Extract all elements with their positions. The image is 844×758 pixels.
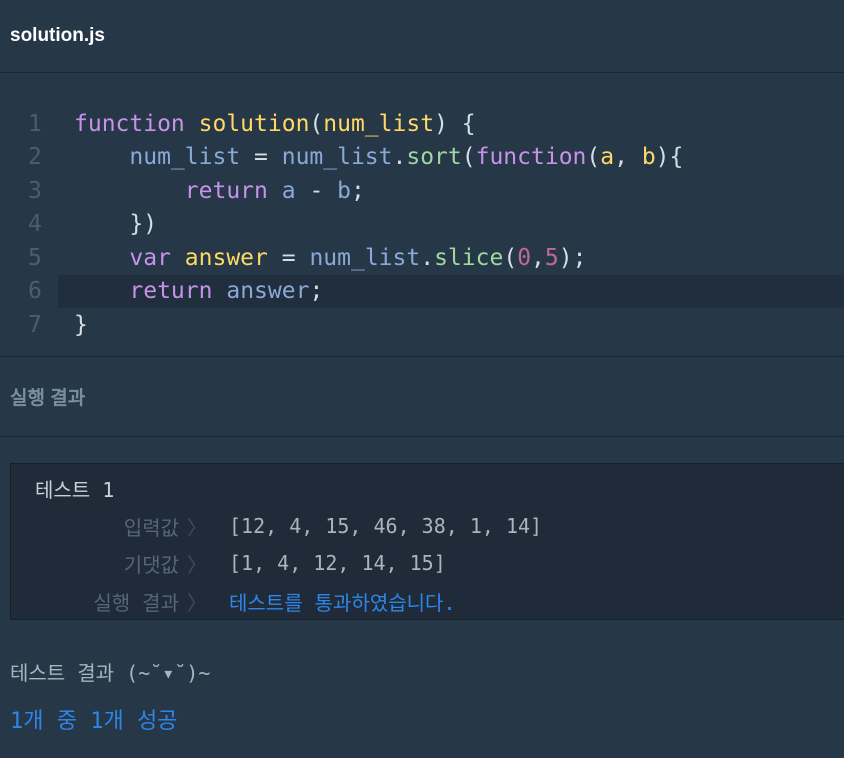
expected-value: [1, 4, 12, 14, 15] [229, 551, 446, 575]
code-line[interactable]: 3 return a - b; [0, 174, 844, 208]
code-token: . [392, 144, 407, 171]
code-text: num_list = num_list.sort(function(a, b){ [58, 144, 683, 170]
input-row: 입력값 〉 [12, 4, 15, 46, 38, 1, 14] [11, 511, 542, 541]
results-title: 실행 결과 [10, 388, 86, 409]
line-number: 6 [28, 278, 42, 305]
code-text: return answer; [58, 278, 323, 304]
code-token: } [74, 311, 88, 338]
line-number: 2 [28, 144, 42, 171]
code-token: , [531, 244, 545, 271]
result-value: 테스트를 통과하였습니다. [229, 590, 456, 615]
code-token: solution [198, 110, 310, 137]
code-token: ){ [655, 144, 684, 171]
code-token: sort [406, 144, 462, 171]
code-text: }) [58, 211, 157, 237]
code-line[interactable]: 2 num_list = num_list.sort(function(a, b… [0, 141, 844, 175]
code-token: a [281, 177, 296, 204]
code-editor[interactable]: 1 function solution(num_list) {2 num_list… [0, 73, 844, 357]
code-token: ; [309, 278, 324, 305]
chevron-right-icon: 〉 [187, 515, 207, 540]
code-token: ) { [434, 110, 476, 137]
file-tab-title[interactable]: solution.js [10, 25, 105, 47]
results-header: 실행 결과 [0, 357, 844, 437]
test-name: 테스트 1 [35, 478, 115, 502]
summary-label: 테스트 결과 (~˘▾˘)~ [10, 661, 211, 685]
editor-tab-bar: solution.js [0, 0, 844, 73]
result-row: 실행 결과 〉 테스트를 통과하였습니다. [11, 586, 455, 616]
code-token: ( [461, 144, 476, 171]
code-token: slice [434, 244, 504, 271]
code-token: , [614, 144, 642, 171]
result-label: 실행 결과 [93, 590, 179, 615]
code-token: function [475, 144, 587, 171]
code-token: num_list [309, 244, 421, 271]
code-token: ( [309, 110, 324, 137]
line-number: 4 [28, 211, 42, 238]
chevron-right-icon: 〉 [187, 590, 207, 615]
line-number: 7 [28, 311, 42, 338]
code-token: b [641, 144, 656, 171]
code-line[interactable]: 5 var answer = num_list.slice(0,5); [0, 241, 844, 275]
test-result-box: 테스트 1 입력값 〉 [12, 4, 15, 46, 38, 1, 14] 기댓… [10, 463, 844, 620]
code-token: = [240, 144, 282, 171]
line-number: 3 [28, 177, 42, 204]
code-token: ); [558, 244, 587, 271]
code-line[interactable]: 4 }) [0, 208, 844, 242]
code-line[interactable]: 1 function solution(num_list) { [0, 107, 844, 141]
code-token: ( [503, 244, 518, 271]
expected-label: 기댓값 [123, 552, 179, 577]
code-token: }) [74, 211, 158, 238]
line-number: 5 [28, 244, 42, 271]
summary-value: 1개 중 1개 성공 [10, 709, 178, 734]
code-token: = [267, 244, 310, 271]
line-number: 1 [28, 110, 42, 137]
code-text: function solution(num_list) { [58, 111, 476, 137]
code-token: var [129, 244, 171, 271]
code-line[interactable]: 6 return answer; [28, 274, 844, 308]
code-token: return [129, 278, 213, 305]
code-token: 0 [517, 244, 532, 271]
input-value: [12, 4, 15, 46, 38, 1, 14] [229, 514, 543, 538]
input-label: 입력값 [123, 515, 179, 540]
code-token: ; [351, 177, 365, 204]
code-token: return [184, 177, 268, 204]
code-token: num_list [129, 144, 241, 171]
code-line[interactable]: 7} [0, 308, 844, 342]
code-token: . [420, 244, 435, 271]
code-token: num_list [323, 110, 435, 137]
code-text: } [58, 312, 88, 338]
code-token: function [74, 110, 185, 137]
expected-row: 기댓값 〉 [1, 4, 12, 14, 15] [11, 548, 446, 578]
code-token: answer [226, 278, 310, 305]
code-text: var answer = num_list.slice(0,5); [58, 245, 586, 271]
code-token: 5 [544, 244, 559, 271]
code-text: return a - b; [58, 178, 365, 204]
code-token: num_list [281, 144, 393, 171]
code-token: ( [586, 144, 601, 171]
code-token: - [295, 177, 338, 204]
code-token: b [337, 177, 351, 204]
chevron-right-icon: 〉 [187, 552, 207, 577]
code-token: a [600, 144, 615, 171]
code-token: answer [184, 244, 268, 271]
